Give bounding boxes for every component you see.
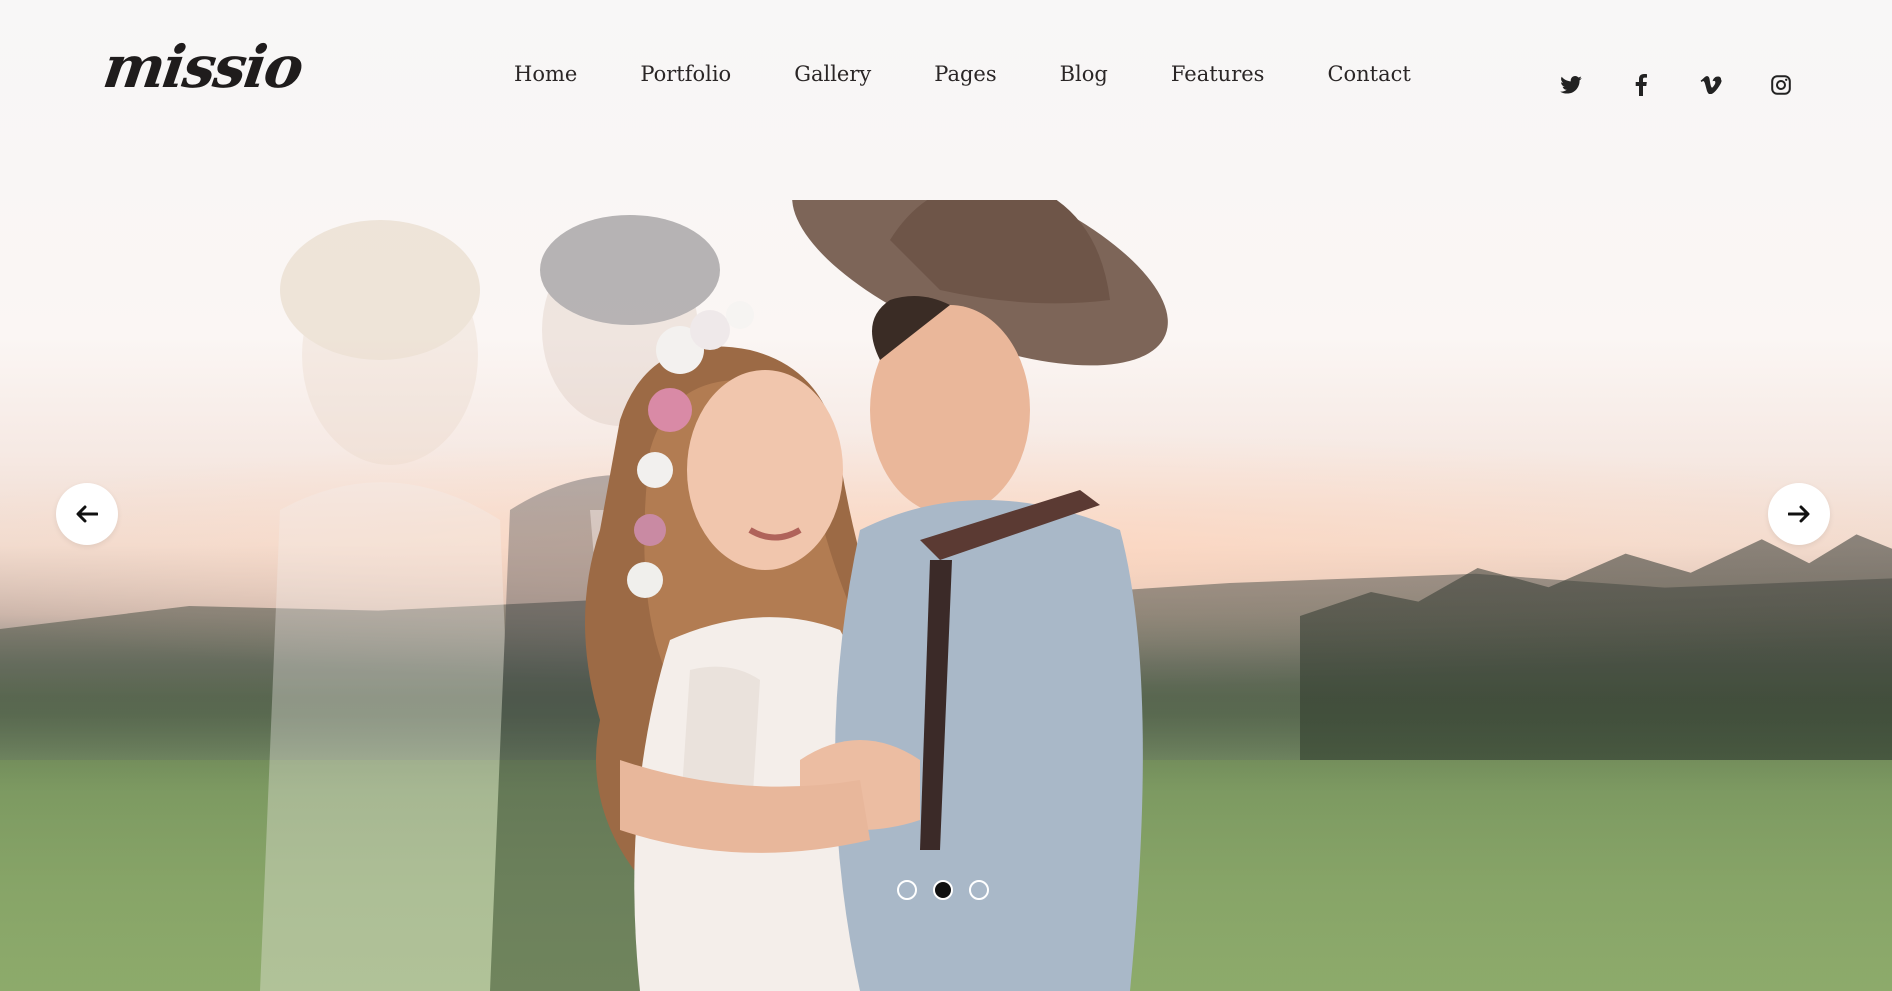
arrow-right-icon [1788,505,1810,523]
slider-pagination [897,880,1005,900]
nav-contact[interactable]: Contact [1327,60,1410,88]
slider-prev-button[interactable] [56,483,118,545]
slider-next-button[interactable] [1768,483,1830,545]
social-links [1556,70,1836,100]
instagram-icon[interactable] [1766,70,1796,100]
slider-dot-2[interactable] [933,880,953,900]
twitter-icon[interactable] [1556,70,1586,100]
nav-pages[interactable]: Pages [934,60,996,88]
nav-features[interactable]: Features [1171,60,1265,88]
facebook-icon[interactable] [1626,70,1656,100]
main-nav: Home Portfolio Gallery Pages Blog Featur… [514,60,1474,88]
vimeo-icon[interactable] [1696,70,1726,100]
nav-blog[interactable]: Blog [1060,60,1108,88]
slider-dot-1[interactable] [897,880,917,900]
nav-portfolio[interactable]: Portfolio [640,60,731,88]
couple-photo [585,200,1168,991]
nav-home[interactable]: Home [514,60,577,88]
nav-gallery[interactable]: Gallery [794,60,871,88]
slider-dot-3[interactable] [969,880,989,900]
arrow-left-icon [76,505,98,523]
site-header: missio Home Portfolio Gallery Pages Blog… [0,0,1892,150]
site-logo[interactable]: missio [99,33,306,101]
